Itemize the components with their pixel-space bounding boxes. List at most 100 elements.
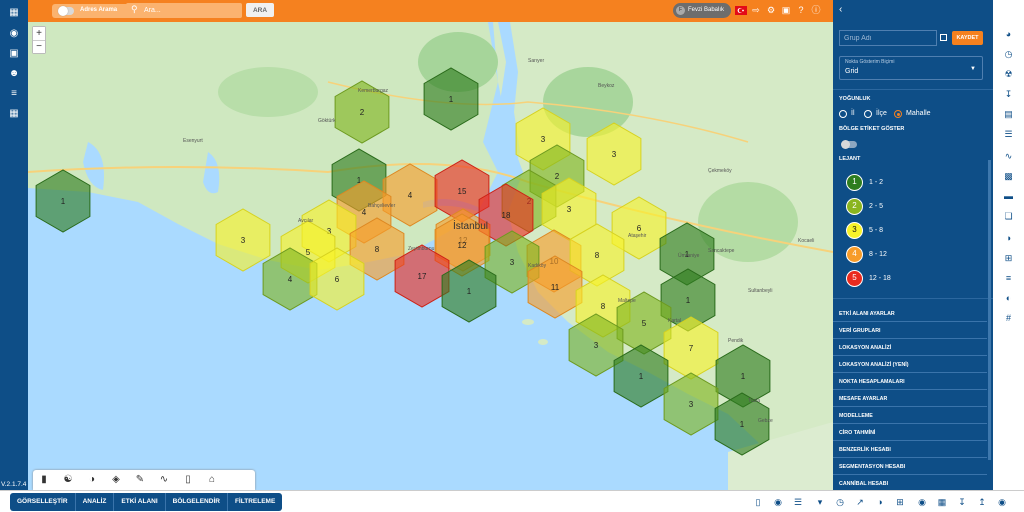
image-icon[interactable]: ▦	[936, 496, 948, 508]
contrast-icon[interactable]: ◐	[1002, 292, 1015, 305]
map-canvas[interactable]: 1123321415233412183581210646173811111853…	[28, 22, 833, 490]
document-icon[interactable]: ▤	[1002, 108, 1015, 121]
tab-etki-alani[interactable]: ETKİ ALANI	[114, 493, 166, 511]
panel-menu-item[interactable]: VERİ GRUPLARI	[833, 323, 987, 339]
hex-value: 3	[541, 135, 546, 144]
panel-menu-item[interactable]: MESAFE AYARLAR	[833, 391, 987, 407]
tab-filtreleme[interactable]: FİLTRELEME	[228, 493, 282, 511]
place-label: Ataşehir	[628, 233, 647, 239]
legend-title: LEJANT	[839, 156, 861, 162]
hex-value: 1	[639, 372, 644, 381]
copy-icon[interactable]: ❏	[1002, 210, 1015, 223]
map-icon[interactable]: ▦	[7, 6, 21, 20]
grid-icon[interactable]: ⊞	[1002, 252, 1015, 265]
clock-icon[interactable]: ◷	[1002, 48, 1015, 61]
route-icon[interactable]: ∿	[156, 473, 172, 487]
home-icon[interactable]: ⌂	[204, 473, 220, 487]
location-pin-icon[interactable]: ◉	[916, 496, 928, 508]
panel-menu-item[interactable]: CANNİBAL HESABI	[833, 476, 987, 490]
eye-icon[interactable]: ◉	[772, 496, 784, 508]
toggle-knob	[841, 139, 850, 149]
princes-islands	[522, 319, 548, 345]
panel-menu-label: MESAFE AYARLAR	[839, 396, 888, 402]
search-button[interactable]: ARA	[246, 3, 274, 17]
info-icon[interactable]: ⓘ	[810, 4, 822, 17]
group-name-input[interactable]	[839, 30, 937, 46]
trend-icon[interactable]: ↗	[854, 496, 866, 508]
table-icon[interactable]: ⊞	[894, 496, 906, 508]
zoom-out-button[interactable]: −	[33, 40, 45, 53]
panel-menu-item[interactable]: NOKTA HESAPLAMALARI	[833, 374, 987, 390]
help-icon[interactable]: ?	[795, 4, 807, 17]
save-button[interactable]: KAYDET	[952, 31, 983, 45]
users-icon[interactable]: ☻	[7, 67, 21, 81]
bar-chart-icon[interactable]: ▩	[1002, 170, 1015, 183]
panel-menu-item[interactable]: SEGMENTASYON HESABI	[833, 459, 987, 475]
panel-menu-label: MODELLEME	[839, 413, 873, 419]
panel-scrollbar[interactable]	[988, 160, 991, 460]
tab-bolgelendir[interactable]: BÖLGELENDİR	[166, 493, 228, 511]
screen-icon[interactable]: ▣	[780, 4, 792, 17]
map-toolbar: ▮ ☯ ◑ ◈ ✎ ∿ ▯ ⌂	[33, 470, 255, 490]
sliders-icon[interactable]: ≡	[7, 87, 21, 101]
place-label: Bahçelievler	[368, 203, 396, 209]
half-circle-icon[interactable]: ◑	[1002, 232, 1015, 245]
globe-icon[interactable]: ◑	[84, 473, 100, 487]
walk-icon[interactable]: ☯	[60, 473, 76, 487]
globe-icon[interactable]: ◑	[874, 496, 886, 508]
panel-menu-item[interactable]: LOKASYON ANALİZİ	[833, 340, 987, 356]
panel-menu-item[interactable]: LOKASYON ANALİZİ (YENİ)	[833, 357, 987, 373]
pie-chart-icon[interactable]: ◕	[1002, 28, 1015, 41]
list-icon[interactable]: ☰	[792, 496, 804, 508]
logout-icon[interactable]: ⇨	[750, 4, 762, 17]
gear-icon[interactable]: ⚙	[765, 4, 777, 17]
radiation-icon[interactable]: ☢	[1002, 68, 1015, 81]
clock-icon[interactable]: ◷	[834, 496, 846, 508]
tag-icon[interactable]: ▮	[36, 473, 52, 487]
radio-il[interactable]	[839, 110, 847, 118]
panel-menu-item[interactable]: ETKİ ALANI AYARLAR	[833, 306, 987, 322]
location-pin-icon[interactable]: ◉	[7, 27, 21, 41]
turkey-flag-icon[interactable]	[735, 4, 747, 17]
panel-menu-label: CANNİBAL HESABI	[839, 481, 889, 487]
hashtag-icon[interactable]: #	[1002, 312, 1015, 325]
list-icon[interactable]: ☰	[1002, 128, 1015, 141]
forest-west	[218, 67, 318, 117]
density-title: YOĞUNLUK	[839, 96, 871, 102]
table-icon[interactable]: ▦	[7, 107, 21, 121]
mobile-icon[interactable]: ▯	[180, 473, 196, 487]
toggle-switch[interactable]	[58, 6, 74, 16]
microphone-icon[interactable]: ▾	[814, 496, 826, 508]
place-label: Beykoz	[598, 83, 615, 89]
chevron-left-icon[interactable]: ‹	[839, 4, 842, 15]
panel-menu-item[interactable]: BENZERLİK HESABI	[833, 442, 987, 458]
zoom-in-button[interactable]: +	[33, 27, 45, 40]
download-icon[interactable]: ↧	[956, 496, 968, 508]
hex-value: 1	[741, 372, 746, 381]
display-format-value: Grid	[845, 68, 859, 75]
card-icon[interactable]: ▬	[1002, 190, 1015, 203]
upload-icon[interactable]: ↥	[976, 496, 988, 508]
panel-menu-item[interactable]: MODELLEME	[833, 408, 987, 424]
display-format-select[interactable]: Nokta Gösterim Biçimi Grid ▼	[839, 56, 983, 80]
search-input[interactable]	[144, 5, 236, 16]
user-menu[interactable]: F Fevzi Babalık	[673, 3, 731, 18]
pencil-icon[interactable]: ✎	[132, 473, 148, 487]
download-icon[interactable]: ↧	[1002, 88, 1015, 101]
app-root: ▦ ◉ ▣ ☻ ≡ ▦ V.2.1.7.4 Adres Arama ⚲ ARA …	[0, 0, 1024, 512]
trash-icon[interactable]: ▯	[752, 496, 764, 508]
panel-menu-item[interactable]: CİRO TAHMİNİ	[833, 425, 987, 441]
tab-gorsellestir[interactable]: GÖRSELLEŞTİR	[10, 493, 76, 511]
radio-ilce[interactable]	[864, 110, 872, 118]
region-label-toggle[interactable]	[841, 139, 857, 149]
filter-icon[interactable]: ≡	[1002, 272, 1015, 285]
camera-icon[interactable]: ◉	[996, 496, 1008, 508]
hex-value: 1	[61, 197, 66, 206]
hex-value: 4	[408, 191, 413, 200]
line-chart-icon[interactable]: ∿	[1002, 150, 1015, 163]
tab-analiz[interactable]: ANALİZ	[76, 493, 115, 511]
group-checkbox[interactable]	[940, 34, 947, 41]
basket-icon[interactable]: ▣	[7, 47, 21, 61]
layers-icon[interactable]: ◈	[108, 473, 124, 487]
radio-mahalle[interactable]	[894, 110, 902, 118]
